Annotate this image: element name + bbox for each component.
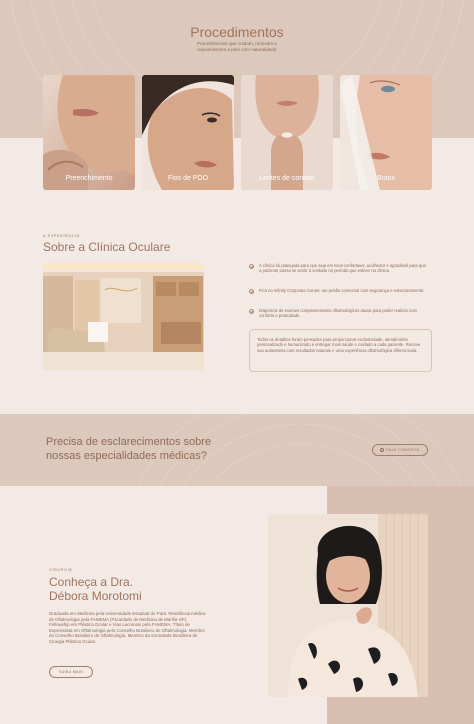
feature-item: A clínica foi planejada para que seja em… xyxy=(249,263,429,274)
feature-text: Dispomos de exames complementares oftalm… xyxy=(259,308,418,319)
doctor-title: Conheça a Dra. Débora Morotomi xyxy=(49,575,142,603)
about-quote: Todos os detalhes foram pensados para pr… xyxy=(249,329,432,372)
procedures-title: Procedimentos xyxy=(190,24,284,40)
check-circle-icon xyxy=(249,263,254,269)
check-circle-icon xyxy=(249,308,254,314)
face-photo-4 xyxy=(340,75,432,190)
about-title: Sobre a Clínica Oculare xyxy=(43,240,171,254)
feature-item: Dispomos de exames complementares oftalm… xyxy=(249,308,429,319)
doctor-bio: Graduada em Medicina pela Universidade E… xyxy=(49,611,206,644)
procedure-card-fios[interactable]: Fios de PDO xyxy=(142,75,234,190)
face-photo-1 xyxy=(43,75,135,190)
procedure-card-botox[interactable]: Botox xyxy=(340,75,432,190)
learn-more-button[interactable]: SAIBA MAIS xyxy=(49,666,93,678)
contact-button[interactable]: FALE CONOSCO xyxy=(372,444,428,456)
doctor-eyebrow: CIRURGIÃ xyxy=(49,568,73,572)
feature-text: Fica no Infinity Corporate Center, um pr… xyxy=(259,288,425,293)
procedure-cards: Preenchimento Fios de PDO Lentes de cont… xyxy=(43,75,432,190)
procedure-card-label: Fios de PDO xyxy=(167,175,209,182)
clinic-interior-image xyxy=(43,262,204,370)
procedure-card-label: Preenchimento xyxy=(65,175,113,182)
clinic-photo xyxy=(43,262,204,370)
doctor-portrait-image xyxy=(268,514,428,697)
procedures-subtitle: Procedimentos que cuidam, renovam e reju… xyxy=(197,41,277,52)
procedure-card-lentes[interactable]: Lentes de contato xyxy=(241,75,333,190)
contact-button-label: FALE CONOSCO xyxy=(386,448,420,452)
face-photo-2 xyxy=(142,75,234,190)
doctor-title-line2: Débora Morotomi xyxy=(49,589,142,603)
check-circle-icon xyxy=(249,288,254,294)
face-photo-3 xyxy=(241,75,333,190)
doctor-photo xyxy=(268,514,428,697)
feature-text: A clínica foi planejada para que seja em… xyxy=(259,263,426,274)
about-eyebrow: A EXPERIÊNCIA xyxy=(43,234,80,238)
procedure-card-preenchimento[interactable]: Preenchimento xyxy=(43,75,135,190)
procedure-card-label: Botox xyxy=(377,175,395,182)
cta-text: Precisa de esclarecimentos sobre nossas … xyxy=(46,436,212,462)
whatsapp-icon xyxy=(380,448,385,452)
doctor-title-line1: Conheça a Dra. xyxy=(49,575,134,589)
feature-item: Fica no Infinity Corporate Center, um pr… xyxy=(249,288,429,294)
cta-section: Precisa de esclarecimentos sobre nossas … xyxy=(0,414,474,486)
procedure-card-label: Lentes de contato xyxy=(259,175,315,182)
